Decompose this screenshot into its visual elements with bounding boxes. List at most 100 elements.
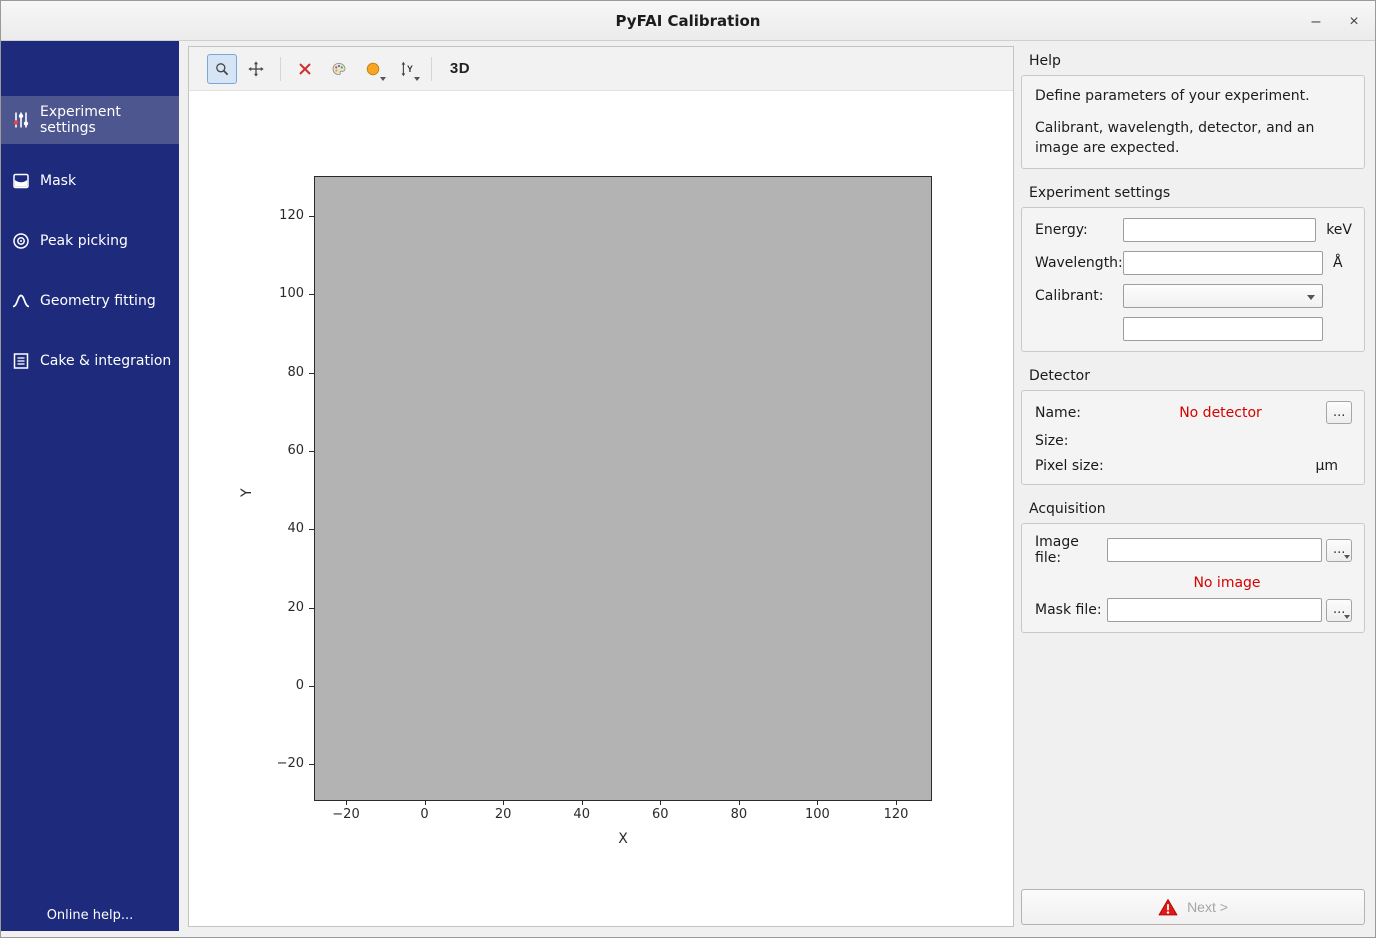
zoom-button[interactable] — [207, 54, 237, 84]
x-tick-mark — [660, 801, 661, 805]
image-status: No image — [1120, 575, 1334, 591]
energy-row: Energy: keV — [1035, 218, 1352, 242]
calibrant-row: Calibrant: — [1035, 284, 1352, 308]
minimize-button[interactable]: – — [1299, 1, 1333, 40]
experiment-settings-box: Energy: keV Wavelength: Å Calibrant: — [1021, 207, 1365, 352]
plot-canvas[interactable] — [314, 176, 932, 801]
mask-file-browse-button[interactable]: ... — [1326, 599, 1352, 622]
image-file-browse-button[interactable]: ... — [1326, 539, 1352, 562]
calibrant-file-input[interactable] — [1123, 317, 1323, 341]
x-tick-label: 60 — [630, 807, 690, 822]
detector-name-label: Name: — [1035, 405, 1115, 421]
y-tick-mark — [309, 608, 314, 609]
wavelength-row: Wavelength: Å — [1035, 251, 1352, 275]
image-file-row: Image file: ... — [1035, 534, 1352, 566]
plot-toolbar: Y 3D — [189, 47, 1013, 91]
y-tick-mark — [309, 764, 314, 765]
sidebar-item-label: Cake & integration — [40, 353, 171, 369]
3d-view-button[interactable]: 3D — [441, 54, 479, 84]
help-section-title: Help — [1029, 53, 1365, 69]
mask-icon — [11, 171, 31, 191]
wavelength-input[interactable] — [1123, 251, 1323, 275]
document-lines-icon — [11, 351, 31, 371]
y-tick-label: 80 — [248, 363, 304, 383]
plot-panel: Y 3D X Y −200204060801001201201008060402… — [188, 46, 1014, 927]
detector-size-row: Size: — [1035, 433, 1352, 449]
detector-section-title: Detector — [1029, 368, 1365, 384]
sidebar-item-experiment-settings[interactable]: Experiment settings — [1, 96, 179, 144]
x-tick-label: 80 — [709, 807, 769, 822]
palette-icon — [331, 59, 347, 79]
help-box: Define parameters of your experiment. Ca… — [1021, 75, 1365, 169]
mask-file-row: Mask file: ... — [1035, 598, 1352, 622]
y-tick-label: 100 — [248, 284, 304, 304]
svg-text:Y: Y — [407, 64, 413, 74]
chevron-down-icon — [380, 77, 386, 81]
x-tick-mark — [739, 801, 740, 805]
y-tick-label: 40 — [248, 519, 304, 539]
titlebar: PyFAI Calibration – × — [1, 1, 1375, 41]
y-tick-mark — [309, 373, 314, 374]
sidebar-item-label: Peak picking — [40, 233, 128, 249]
x-tick-mark — [503, 801, 504, 805]
detector-box: Name: No detector ... Size: Pixel size: … — [1021, 390, 1365, 485]
pixel-size-row: Pixel size: µm — [1035, 458, 1352, 474]
pan-button[interactable] — [241, 54, 271, 84]
sliders-icon — [11, 110, 31, 130]
detector-name-row: Name: No detector ... — [1035, 401, 1352, 424]
y-tick-mark — [309, 294, 314, 295]
chevron-down-icon — [414, 77, 420, 81]
y-tick-label: 60 — [248, 441, 304, 461]
pixel-size-unit: µm — [1315, 458, 1338, 474]
help-paragraph: Calibrant, wavelength, detector, and an … — [1035, 118, 1352, 158]
colormap-button[interactable] — [324, 54, 354, 84]
detector-name-value: No detector — [1115, 405, 1326, 421]
detector-size-label: Size: — [1035, 433, 1115, 449]
y-tick-label: 0 — [248, 676, 304, 696]
x-tick-mark — [582, 801, 583, 805]
window-title: PyFAI Calibration — [1, 1, 1375, 41]
detector-browse-button[interactable]: ... — [1326, 401, 1352, 424]
toolbar-separator — [431, 57, 432, 81]
mask-file-input[interactable] — [1107, 598, 1322, 622]
orange-circle-icon — [365, 60, 381, 78]
sidebar-item-label: Experiment settings — [40, 104, 179, 136]
chevron-down-icon — [1344, 555, 1350, 559]
x-tick-mark — [425, 801, 426, 805]
next-button-label: Next > — [1187, 899, 1228, 915]
calibrant-select[interactable] — [1123, 284, 1323, 308]
close-button[interactable]: × — [1337, 1, 1371, 40]
y-tick-label: 20 — [248, 598, 304, 618]
chevron-down-icon — [1307, 295, 1315, 300]
image-file-input[interactable] — [1107, 538, 1322, 562]
online-help-link[interactable]: Online help... — [1, 908, 179, 923]
move-arrows-icon — [248, 59, 264, 79]
sidebar-item-label: Mask — [40, 173, 76, 189]
pixel-size-label: Pixel size: — [1035, 458, 1115, 474]
sidebar-item-mask[interactable]: Mask — [1, 157, 179, 205]
peak-curve-icon — [11, 291, 31, 311]
mask-file-label: Mask file: — [1035, 602, 1107, 618]
energy-input[interactable] — [1123, 218, 1316, 242]
clear-points-button[interactable] — [290, 54, 320, 84]
image-file-label: Image file: — [1035, 534, 1107, 566]
x-tick-mark — [817, 801, 818, 805]
sidebar-item-peak-picking[interactable]: Peak picking — [1, 217, 179, 265]
axis-orientation-button[interactable]: Y — [392, 54, 422, 84]
x-tick-label: 0 — [395, 807, 455, 822]
settings-panel: Help Define parameters of your experimen… — [1021, 41, 1365, 937]
app-window: PyFAI Calibration – × Experiment setting… — [0, 0, 1376, 938]
next-button[interactable]: Next > — [1021, 889, 1365, 925]
x-tick-label: 100 — [787, 807, 847, 822]
x-tick-label: 40 — [552, 807, 612, 822]
y-axis-flip-icon: Y — [399, 59, 415, 79]
toolbar-separator — [280, 57, 281, 81]
ring-color-button[interactable] — [358, 54, 388, 84]
acquisition-box: Image file: ... No image Mask file: ... — [1021, 523, 1365, 633]
warning-icon — [1158, 898, 1178, 916]
sidebar-item-geometry-fitting[interactable]: Geometry fitting — [1, 277, 179, 325]
energy-unit: keV — [1326, 222, 1352, 238]
calibrant-file-row — [1035, 317, 1352, 341]
sidebar-item-cake-integration[interactable]: Cake & integration — [1, 337, 179, 385]
energy-label: Energy: — [1035, 222, 1123, 238]
